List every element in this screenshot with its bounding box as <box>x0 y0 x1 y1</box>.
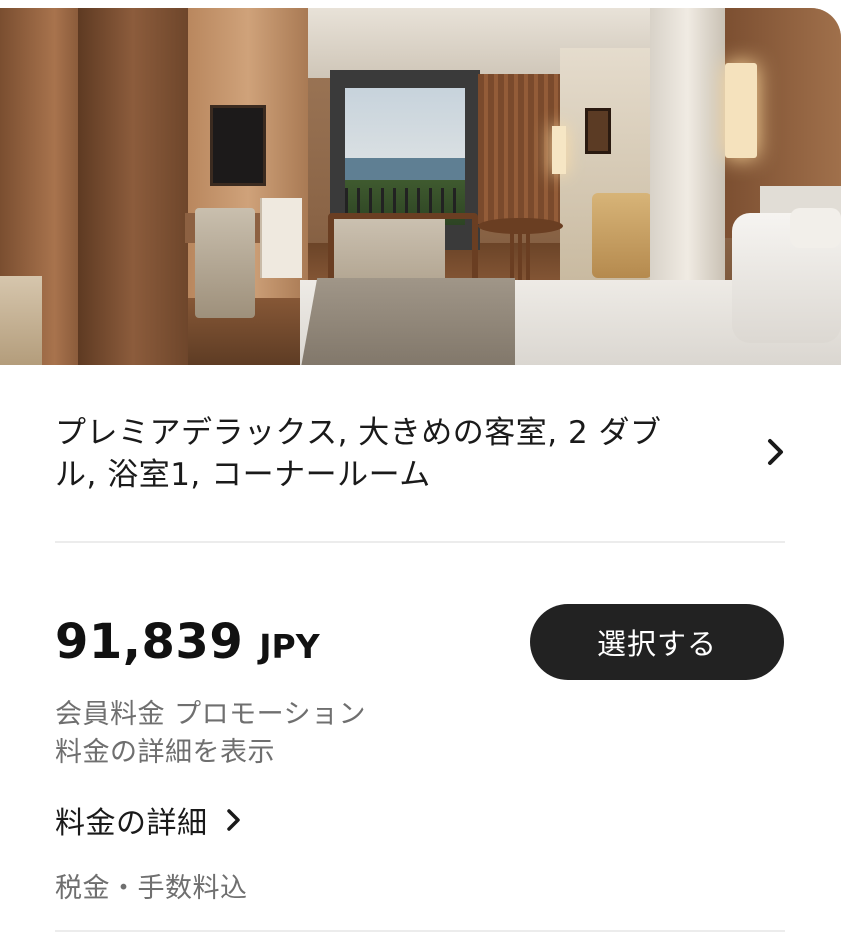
chevron-right-icon[interactable] <box>765 437 787 467</box>
tax-note: 税金・手数料込 <box>55 873 248 904</box>
price-amount: 91,839 <box>55 614 244 670</box>
photo-tv <box>210 105 266 186</box>
photo-pillar-right <box>650 8 725 288</box>
photo-table-base <box>510 232 530 282</box>
photo-floor-lamp <box>552 126 566 174</box>
chevron-right-icon <box>226 809 240 831</box>
rate-type: 会員料金 プロモーション <box>55 699 367 730</box>
photo-desk-chair <box>195 208 255 318</box>
photo-sofa <box>592 193 652 278</box>
photo-sea <box>345 158 465 180</box>
divider <box>55 541 785 543</box>
photo-sky <box>345 88 465 158</box>
photo-pillow-back <box>790 208 841 248</box>
room-title[interactable]: プレミアデラックス, 大きめの客室, 2 ダブル, 浴室1, コーナールーム <box>55 412 695 496</box>
photo-wood-slats <box>478 74 560 224</box>
bottom-divider <box>55 930 785 932</box>
photo-pillar-left <box>78 8 188 365</box>
price-detail-label: 料金の詳細 <box>55 806 208 841</box>
price-currency: JPY <box>259 627 320 666</box>
price-detail-link[interactable]: 料金の詳細 <box>55 798 242 842</box>
price: 91,839 JPY <box>55 614 320 670</box>
photo-wall-lamp <box>725 63 757 158</box>
photo-chair-left <box>0 276 42 365</box>
room-photo[interactable] <box>0 8 841 365</box>
photo-cabinet <box>260 198 302 278</box>
room-card: プレミアデラックス, 大きめの客室, 2 ダブル, 浴室1, コーナールーム 9… <box>0 0 841 937</box>
rate-detail-link[interactable]: 料金の詳細を表示 <box>55 730 275 769</box>
photo-bed-runner <box>300 278 515 365</box>
photo-wall-art <box>585 108 611 154</box>
select-button[interactable]: 選択する <box>530 604 784 680</box>
